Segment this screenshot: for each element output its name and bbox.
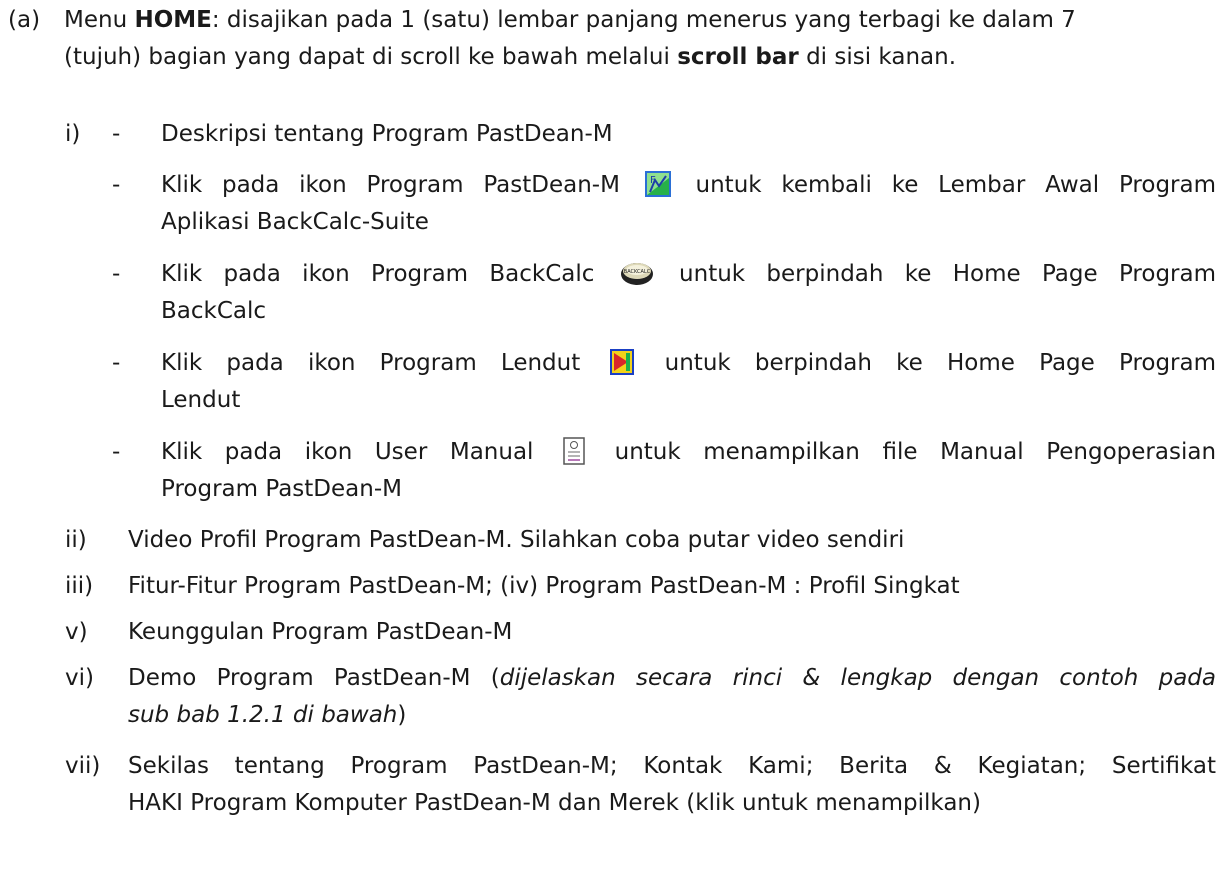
svg-text:F: F <box>650 175 656 186</box>
document-page: (a) Menu HOME: disajikan pada 1 (satu) l… <box>0 0 1225 892</box>
item-ii-label: ii) <box>65 527 87 553</box>
item-iii-text: Fitur-Fitur Program PastDean-M; (iv) Pro… <box>128 573 960 599</box>
item-vii-label: vii) <box>65 753 101 779</box>
item-vii-line-1: Sekilas tentang Program PastDean-M; Kont… <box>128 753 1216 779</box>
intro-line-2: (tujuh) bagian yang dapat di scroll ke b… <box>64 44 957 70</box>
item-vi-label: vi) <box>65 665 94 691</box>
bullet-user-manual-line-1: Klik pada ikon User Manual untuk menampi… <box>161 437 1217 465</box>
item-i-dash: - <box>112 121 121 147</box>
bullet-lendut-line-1: Klik pada ikon Program Lendut untuk berp… <box>161 348 1217 376</box>
user-manual-icon[interactable] <box>560 437 588 465</box>
item-v-label: v) <box>65 619 88 645</box>
lendut-icon[interactable] <box>608 348 636 376</box>
bullet-dash: - <box>112 172 121 198</box>
backcalc-icon-text: BACKCALC <box>624 269 651 275</box>
item-i-label: i) <box>65 121 81 147</box>
bullet-lendut-line-2: Lendut <box>161 387 241 413</box>
item-vii-line-2: HAKI Program Komputer PastDean-M dan Mer… <box>128 790 981 816</box>
intro-line-1: Menu HOME: disajikan pada 1 (satu) lemba… <box>64 7 1076 33</box>
scroll-bar-term: scroll bar <box>677 44 799 70</box>
bullet-dash: - <box>112 261 121 287</box>
item-iii-label: iii) <box>65 573 94 599</box>
item-vi-line-1: Demo Program PastDean-M (dijelaskan seca… <box>128 665 1216 691</box>
item-v-text: Keunggulan Program PastDean-M <box>128 619 513 645</box>
item-i-description: Deskripsi tentang Program PastDean-M <box>161 121 613 147</box>
pastdean-m-icon[interactable]: F <box>644 170 672 198</box>
bullet-pastdean-line-2: Aplikasi BackCalc-Suite <box>161 209 429 235</box>
home-menu-term: HOME <box>134 7 212 33</box>
bullet-dash: - <box>112 350 121 376</box>
item-a-label: (a) <box>8 7 41 33</box>
bullet-backcalc-line-2: BackCalc <box>161 298 267 324</box>
bullet-dash: - <box>112 439 121 465</box>
backcalc-icon[interactable]: BACKCALC <box>620 259 654 287</box>
item-vi-line-2: sub bab 1.2.1 di bawah) <box>128 702 407 728</box>
bullet-user-manual-line-2: Program PastDean-M <box>161 476 402 502</box>
bullet-backcalc-line-1: Klik pada ikon Program BackCalc BACKCALC… <box>161 259 1216 287</box>
bullet-pastdean-line-1: Klik pada ikon Program PastDean-M F untu… <box>161 170 1216 198</box>
item-ii-text: Video Profil Program PastDean-M. Silahka… <box>128 527 905 553</box>
